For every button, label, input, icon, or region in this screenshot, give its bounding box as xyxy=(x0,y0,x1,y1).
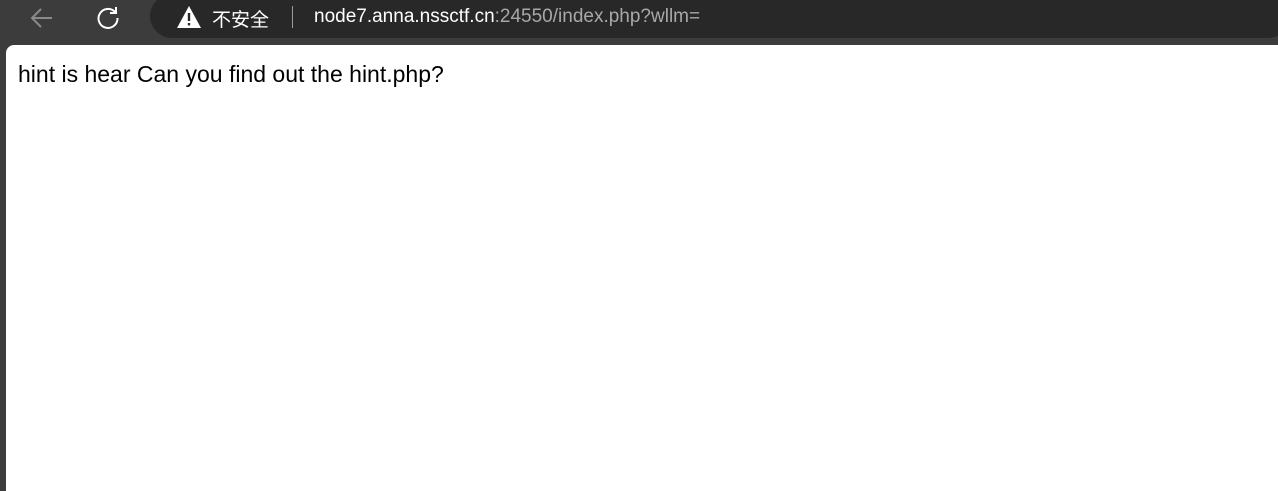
reload-icon xyxy=(97,7,119,29)
browser-toolbar: 不安全 node7.anna.nssctf.cn:24550/index.php… xyxy=(0,0,1278,40)
warning-triangle-icon[interactable] xyxy=(176,5,202,29)
url-path: :24550/index.php?wllm= xyxy=(494,6,701,27)
url-host: node7.anna.nssctf.cn xyxy=(314,6,495,27)
security-label[interactable]: 不安全 xyxy=(212,5,269,32)
url-text[interactable]: node7.anna.nssctf.cn:24550/index.php?wll… xyxy=(314,6,700,28)
reload-button[interactable] xyxy=(92,2,124,34)
arrow-left-icon xyxy=(30,8,52,28)
divider xyxy=(292,6,293,28)
page-content: hint is hear Can you find out the hint.p… xyxy=(6,45,1278,491)
back-button[interactable] xyxy=(26,2,58,34)
hint-text: hint is hear Can you find out the hint.p… xyxy=(18,61,444,87)
